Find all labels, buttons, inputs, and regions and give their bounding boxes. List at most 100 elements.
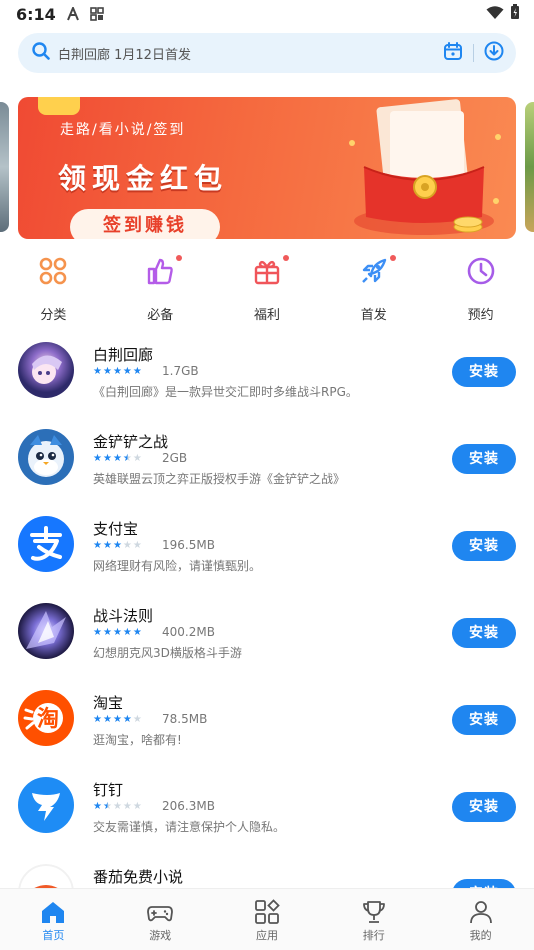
new-dot (176, 255, 183, 261)
nav-mine[interactable]: 我的 (427, 889, 534, 950)
banner-signin-button[interactable]: 签到赚钱 (70, 209, 220, 239)
star-icon: ★ (112, 801, 122, 812)
star-icon: ★ (102, 627, 112, 638)
app-icon (18, 864, 74, 888)
rating-stars: ★ ★ ★ ★ ★ (93, 540, 142, 551)
trophy-icon (362, 901, 385, 923)
app-name: 淘宝 (93, 694, 124, 712)
star-icon: ★ (93, 714, 102, 725)
nav-label: 我的 (469, 929, 492, 942)
install-button[interactable]: 安装 (452, 444, 516, 474)
status-bar: 6:14 (0, 0, 534, 28)
banner-headline: 领现金红包 (58, 162, 229, 195)
app-name: 支付宝 (93, 520, 139, 538)
clock-icon (464, 254, 498, 288)
star-icon: ★ (93, 453, 102, 464)
banner-subtitle: 走路/看小说/签到 (60, 122, 186, 138)
star-icon: ★ (122, 714, 132, 725)
app-list: 白荆回廊 ★ ★ ★ ★ ★ 1.7GB 《白荆回廊》是一款异世交汇即时多维战斗RPG。… (0, 332, 534, 888)
gamepad-icon (147, 906, 174, 922)
category-bibei[interactable]: 必备 (107, 248, 214, 328)
star-icon: ★ (102, 453, 112, 464)
app-size: 2GB (162, 451, 188, 465)
app-description: 网络理财有风险，请谨慎甄别。 (93, 559, 262, 573)
nav-ranking[interactable]: 排行 (320, 889, 427, 950)
rating-stars: ★ ★ ★ ★ ★ (93, 366, 142, 377)
category-fenlei[interactable]: 分类 (0, 248, 107, 328)
nav-apps[interactable]: 应用 (214, 889, 321, 950)
nav-games[interactable]: 游戏 (107, 889, 214, 950)
app-size: 196.5MB (162, 538, 215, 552)
new-dot (283, 255, 289, 261)
person-icon (469, 901, 492, 924)
list-item[interactable]: 番茄免费小说 ★★★★★ 安装 (0, 854, 534, 888)
app-icon (18, 603, 74, 659)
star-icon: ★ (112, 453, 122, 464)
nav-label: 首页 (42, 929, 65, 942)
search-bar[interactable]: 白荆回廊 1月12日首发 (18, 33, 516, 73)
app-size: 206.3MB (162, 799, 215, 813)
install-button[interactable]: 安装 (452, 879, 516, 888)
calendar-icon[interactable] (443, 41, 463, 65)
app-name: 番茄免费小说 (93, 868, 184, 886)
promo-banner[interactable]: 走路/看小说/签到 领现金红包 签到赚钱 (18, 97, 516, 239)
star-icon: ★ (93, 366, 102, 377)
install-button[interactable]: 安装 (452, 792, 516, 822)
install-button[interactable]: 安装 (452, 705, 516, 735)
wifi-icon (486, 5, 504, 24)
rating-stars: ★ ★ ★ ★ ★ (93, 801, 142, 812)
nav-label: 排行 (362, 929, 385, 942)
gift-icon (250, 254, 284, 288)
list-item[interactable]: 淘 淘宝 ★ ★ ★ ★ ★ 78.5MB 逛淘宝，啥都有! 安装 (0, 680, 534, 766)
install-button[interactable]: 安装 (452, 618, 516, 648)
star-icon: ★ (112, 627, 122, 638)
star-icon: ★ (112, 366, 122, 377)
star-icon: ★ (132, 801, 142, 812)
app-icon (18, 777, 74, 833)
banner-next-peek[interactable] (525, 102, 534, 232)
category-yuyue[interactable]: 预约 (427, 248, 534, 328)
star-icon: ★ (122, 540, 132, 551)
app-name: 钉钉 (93, 781, 124, 799)
red-envelope-illustration (349, 99, 501, 235)
star-icon: ★ (132, 453, 142, 464)
star-icon: ★ (93, 627, 102, 638)
rating-stars: ★ ★ ★ ★ ★ (93, 714, 142, 725)
star-icon: ★ (102, 801, 112, 812)
rating-stars: ★ ★ ★ ★ ★ (93, 453, 142, 464)
list-item[interactable]: 战斗法则 ★ ★ ★ ★ ★ 400.2MB 幻想朋克风3D横版格斗手游 安装 (0, 593, 534, 679)
app-icon: 淘 (18, 690, 74, 746)
nav-home[interactable]: 首页 (0, 889, 107, 950)
banner-prev-peek[interactable] (0, 102, 9, 232)
star-icon: ★ (112, 714, 122, 725)
app-description: 英雄联盟云顶之弈正版授权手游《金铲铲之战》 (93, 472, 346, 486)
list-item[interactable]: 白荆回廊 ★ ★ ★ ★ ★ 1.7GB 《白荆回廊》是一款异世交汇即时多维战斗RPG。… (0, 332, 534, 418)
search-divider (473, 44, 474, 62)
search-placeholder: 白荆回廊 1月12日首发 (58, 47, 191, 63)
app-icon (18, 429, 74, 485)
list-item[interactable]: 金铲铲之战 ★ ★ ★ ★ ★ 2GB 英雄联盟云顶之弈正版授权手游《金铲铲之战》 安装 (0, 419, 534, 505)
category-label: 分类 (40, 308, 67, 323)
notification-grid-icon (89, 7, 104, 21)
category-icon (36, 254, 70, 288)
app-icon (18, 342, 74, 398)
status-time: 6:14 (16, 4, 56, 24)
category-shoufa[interactable]: 首发 (320, 248, 427, 328)
category-label: 预约 (467, 308, 494, 323)
banner-logo-tag (38, 97, 80, 115)
star-icon: ★ (132, 627, 142, 638)
category-fuli[interactable]: 福利 (214, 248, 321, 328)
star-icon: ★ (102, 540, 112, 551)
category-label: 首发 (360, 308, 387, 323)
install-button[interactable]: 安装 (452, 531, 516, 561)
nav-label: 游戏 (149, 929, 172, 942)
list-item[interactable]: 支付宝 ★ ★ ★ ★ ★ 196.5MB 网络理财有风险，请谨慎甄别。 安装 (0, 506, 534, 592)
bottom-nav: 首页 游戏 应用 排行 我的 (0, 888, 534, 950)
app-description: 《白荆回廊》是一款异世交汇即时多维战斗RPG。 (93, 385, 358, 399)
notification-a-icon (66, 7, 80, 21)
install-button[interactable]: 安装 (452, 357, 516, 387)
list-item[interactable]: 钉钉 ★ ★ ★ ★ ★ 206.3MB 交友需谨慎，请注意保护个人隐私。 安装 (0, 767, 534, 853)
download-icon[interactable] (484, 41, 504, 65)
battery-icon (510, 4, 520, 24)
star-icon: ★ (102, 366, 112, 377)
